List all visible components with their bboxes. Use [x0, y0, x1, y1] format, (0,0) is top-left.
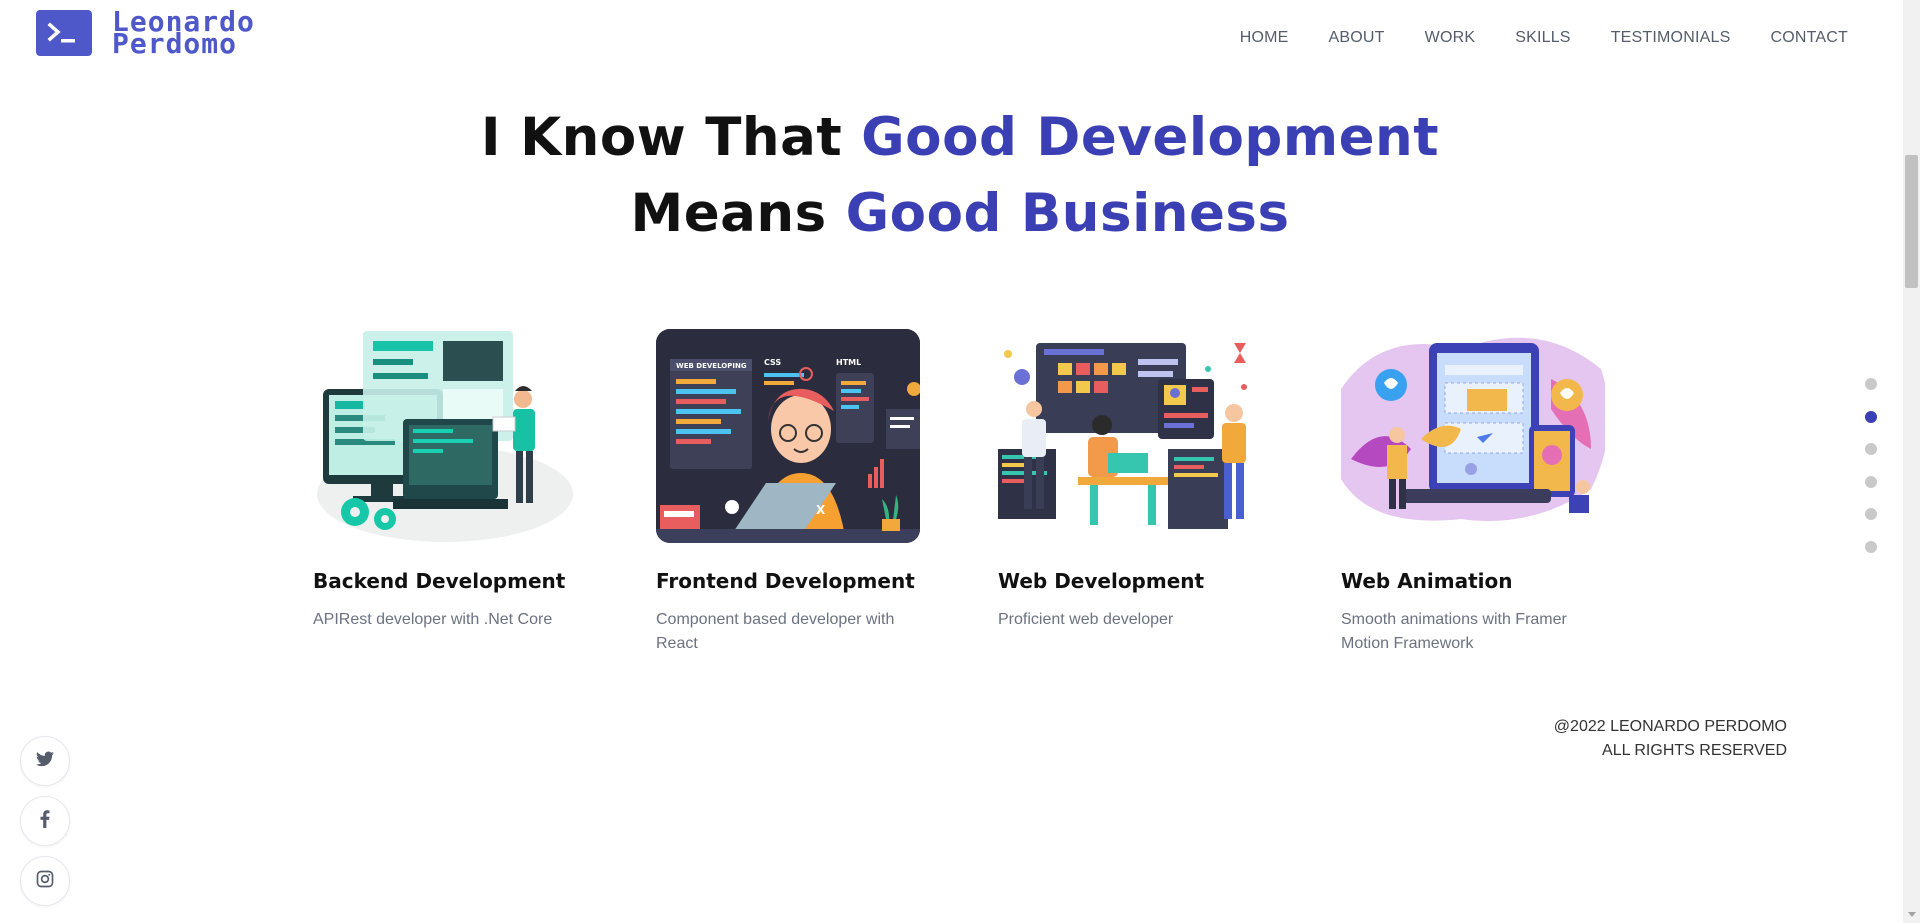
service-description: Proficient web developer: [998, 611, 1174, 628]
footer-line2: ALL RIGHTS RESERVED: [1602, 742, 1787, 759]
section-dot-active[interactable]: [1865, 410, 1877, 423]
page-headline: I Know That Good Development Means Good …: [0, 100, 1920, 252]
svg-text:WEB DEVELOPING: WEB DEVELOPING: [676, 362, 747, 370]
service-description: Smooth animations with Framer Motion Fra…: [1341, 611, 1567, 652]
section-dot[interactable]: [1865, 508, 1877, 520]
nav-about[interactable]: ABOUT: [1329, 29, 1385, 47]
nav-work[interactable]: WORK: [1425, 29, 1476, 47]
terminal-icon: [36, 10, 92, 56]
scrollbar-thumb[interactable]: [1905, 155, 1918, 288]
scroll-down-arrow-icon[interactable]: [1908, 912, 1916, 917]
facebook-link[interactable]: [20, 796, 70, 846]
section-dot[interactable]: [1865, 475, 1877, 488]
service-title: Frontend Development: [656, 569, 915, 593]
headline-line1-plain: I Know That: [480, 107, 862, 168]
web-dev-illustration: [998, 329, 1262, 543]
brand-name-line2: Perdomo: [112, 27, 238, 60]
instagram-link[interactable]: [20, 856, 70, 906]
backend-illustration: [313, 329, 577, 543]
page-scrollbar[interactable]: [1903, 0, 1920, 923]
service-card-web-development: Web Development Proficient web developer: [998, 329, 1262, 632]
instagram-icon: [36, 870, 54, 892]
web-animation-illustration: [1341, 329, 1605, 543]
headline-line1: I Know That Good Development: [0, 100, 1920, 176]
service-description: Component based developer with React: [656, 611, 895, 652]
service-title: Backend Development: [313, 569, 566, 593]
service-card-backend: Backend Development APIRest developer wi…: [313, 329, 577, 632]
section-dot[interactable]: [1865, 443, 1877, 455]
nav-contact[interactable]: CONTACT: [1770, 29, 1848, 47]
twitter-link[interactable]: [20, 736, 70, 786]
footer-line1: @2022 LEONARDO PERDOMO: [1553, 718, 1787, 735]
service-description: APIRest developer with .Net Core: [313, 611, 553, 628]
service-card-frontend: WEB DEVELOPING CSS HTML X Frontend Devel…: [656, 329, 920, 656]
svg-text:HTML: HTML: [836, 358, 861, 367]
service-title: Web Development: [998, 569, 1205, 593]
headline-line2-accent: Good Business: [845, 183, 1290, 244]
headline-line1-accent: Good Development: [861, 107, 1440, 168]
service-card-web-animation: Web Animation Smooth animations with Fra…: [1341, 329, 1605, 656]
main-nav: HOME ABOUT WORK SKILLS TESTIMONIALS CONT…: [1200, 29, 1848, 47]
frontend-illustration: WEB DEVELOPING CSS HTML X: [656, 329, 920, 543]
section-dot[interactable]: [1865, 378, 1877, 390]
brand-name: Leonardo Perdomo: [112, 8, 255, 60]
brand-logo[interactable]: Leonardo Perdomo: [36, 8, 255, 60]
facebook-icon: [40, 810, 50, 832]
headline-line2: Means Good Business: [0, 176, 1920, 252]
nav-skills[interactable]: SKILLS: [1515, 29, 1570, 47]
nav-testimonials[interactable]: TESTIMONIALS: [1611, 29, 1731, 47]
service-title: Web Animation: [1341, 569, 1513, 593]
nav-home[interactable]: HOME: [1240, 29, 1289, 47]
footer-copyright: @2022 LEONARDO PERDOMO ALL RIGHTS RESERV…: [1554, 715, 1787, 763]
headline-line2-plain: Means: [630, 183, 846, 244]
svg-text:X: X: [816, 503, 826, 517]
section-dots: [1865, 378, 1877, 573]
svg-text:CSS: CSS: [764, 358, 781, 367]
section-dot[interactable]: [1865, 540, 1877, 553]
twitter-icon: [36, 751, 54, 771]
social-links: [20, 736, 70, 916]
